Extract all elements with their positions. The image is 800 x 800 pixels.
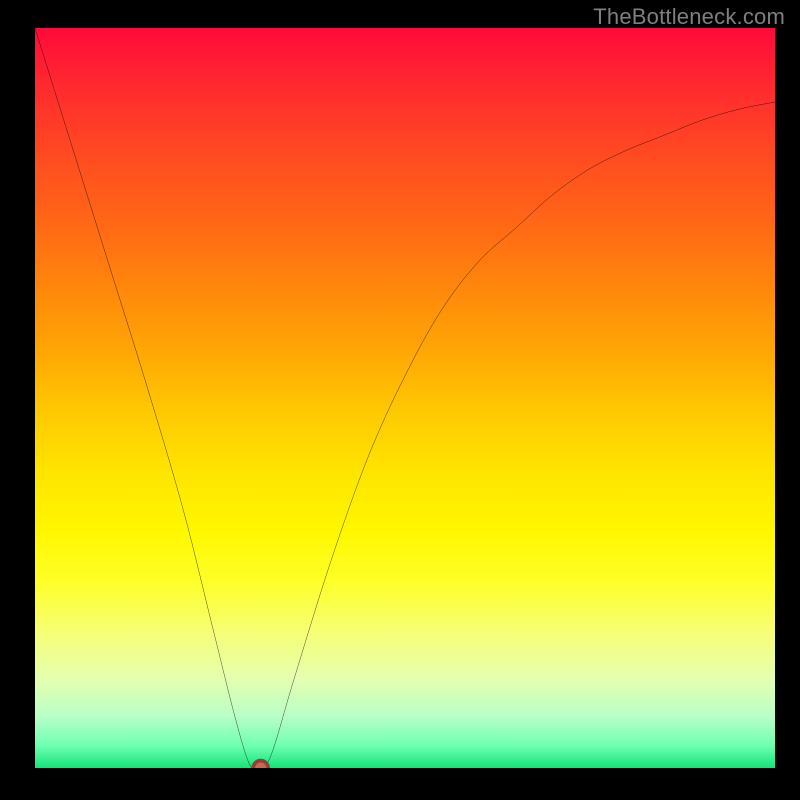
minimum-point-icon bbox=[253, 761, 268, 768]
watermark-text: TheBottleneck.com bbox=[593, 4, 785, 30]
chart-frame: { "watermark": "TheBottleneck.com", "cha… bbox=[0, 0, 800, 800]
bottleneck-curve bbox=[35, 28, 775, 768]
plot-area bbox=[35, 28, 775, 768]
